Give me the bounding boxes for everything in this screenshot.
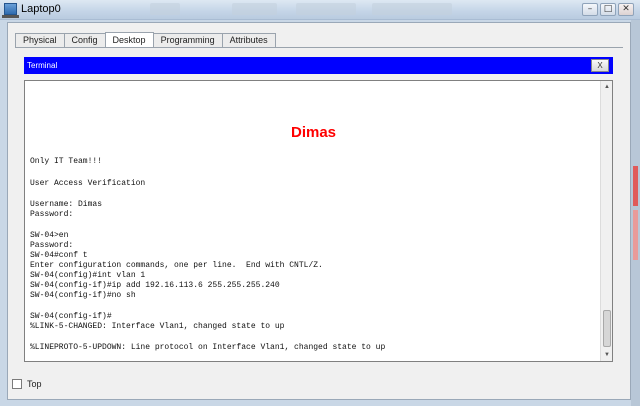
tab-bar: Physical Config Desktop Programming Attr… xyxy=(15,32,276,47)
background-window-blur xyxy=(372,3,452,15)
terminal-line: SW-04(config-if)# xyxy=(30,312,112,321)
terminal-line: SW-04#conf t xyxy=(30,251,88,260)
terminal-line: SW-04(config)#int vlan 1 xyxy=(30,271,146,280)
background-window-blur xyxy=(296,3,356,15)
terminal-line: User Access Verification xyxy=(30,179,146,188)
terminal-line: Password: xyxy=(30,241,74,250)
terminal-title: Terminal xyxy=(27,61,58,70)
terminal-banner-heading: Dimas xyxy=(290,124,337,141)
background-marker xyxy=(633,210,638,260)
terminal-output[interactable]: Dimas Only IT Team!!! User Access Verifi… xyxy=(24,80,613,362)
minimize-button[interactable]: – xyxy=(582,3,598,16)
maximize-button[interactable]: □ xyxy=(600,3,616,16)
terminal-header: Terminal X xyxy=(24,57,613,74)
minimize-icon: – xyxy=(587,4,593,14)
terminal-line: SW-04(config-if)#no sh xyxy=(30,291,136,300)
tab-config[interactable]: Config xyxy=(63,33,106,47)
terminal-line: Username: Dimas xyxy=(30,200,103,209)
scroll-down-icon[interactable]: ▼ xyxy=(602,350,612,360)
background-marker xyxy=(633,166,638,206)
terminal-line: %LINK-5-CHANGED: Interface Vlan1, change… xyxy=(30,322,285,331)
background-window-blur xyxy=(232,3,277,15)
tab-desktop[interactable]: Desktop xyxy=(104,32,154,47)
maximize-icon: □ xyxy=(603,4,613,14)
scroll-up-icon[interactable]: ▲ xyxy=(602,82,612,92)
terminal-line: %LINEPROTO-5-UPDOWN: Line protocol on In… xyxy=(30,343,386,352)
close-icon: ✕ xyxy=(622,4,630,14)
top-option[interactable]: Top xyxy=(12,379,42,389)
terminal-line: Enter configuration commands, one per li… xyxy=(30,261,323,270)
close-window-button[interactable]: ✕ xyxy=(618,3,634,16)
title-bar: Laptop0 – □ ✕ xyxy=(0,0,640,20)
scrollbar-thumb[interactable] xyxy=(603,310,611,347)
laptop-icon xyxy=(2,3,19,18)
tab-programming[interactable]: Programming xyxy=(152,33,223,47)
terminal-line: SW-04>en xyxy=(30,231,69,240)
window-title: Laptop0 xyxy=(21,3,61,15)
terminal-line: Password: xyxy=(30,210,74,219)
terminal-line: SW-04(config-if)#ip add 192.16.113.6 255… xyxy=(30,281,280,290)
tab-attributes[interactable]: Attributes xyxy=(221,33,276,47)
background-window-blur xyxy=(150,3,180,15)
top-checkbox[interactable] xyxy=(12,379,22,389)
terminal-scrollbar[interactable]: ▲ ▼ xyxy=(600,81,612,361)
tab-physical[interactable]: Physical xyxy=(15,33,65,47)
tab-divider xyxy=(15,47,623,48)
device-panel: Physical Config Desktop Programming Attr… xyxy=(7,22,631,400)
terminal-close-button[interactable]: X xyxy=(591,59,609,72)
background-window-edge xyxy=(631,20,640,406)
terminal-line: Only IT Team!!! xyxy=(30,157,103,166)
top-checkbox-label: Top xyxy=(27,379,42,389)
terminal-content: Dimas Only IT Team!!! User Access Verifi… xyxy=(27,83,600,359)
